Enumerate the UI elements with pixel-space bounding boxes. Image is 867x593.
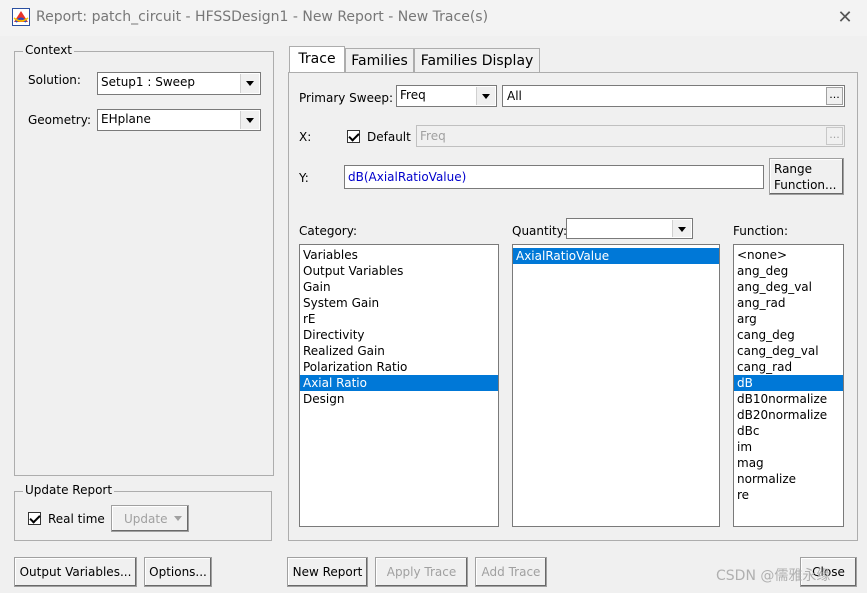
x-field[interactable]: Freq <box>416 125 845 147</box>
x-value: Freq <box>420 129 446 143</box>
primary-sweep-range-value: All <box>507 89 522 103</box>
output-variables-button[interactable]: Output Variables... <box>14 557 137 587</box>
add-trace-label: Add Trace <box>481 565 541 579</box>
category-list-item[interactable]: Polarization Ratio <box>300 359 498 375</box>
function-list-item[interactable]: arg <box>734 311 843 327</box>
tab-families-display[interactable]: Families Display <box>414 48 540 72</box>
range-function-label-line2: Function... <box>774 178 837 192</box>
quantity-label: Quantity: <box>512 224 568 238</box>
chevron-down-icon[interactable] <box>240 74 259 93</box>
function-list-item[interactable]: dB <box>734 375 843 391</box>
context-legend: Context <box>23 43 75 57</box>
primary-sweep-dropdown[interactable]: Freq <box>396 85 497 107</box>
primary-sweep-ellipsis-button[interactable]: ... <box>826 87 843 105</box>
category-list-item[interactable]: System Gain <box>300 295 498 311</box>
quantity-filter-dropdown[interactable] <box>566 218 693 239</box>
solution-dropdown[interactable]: Setup1 : Sweep <box>97 72 261 95</box>
apply-trace-button[interactable]: Apply Trace <box>375 557 468 587</box>
primary-sweep-value: Freq <box>400 88 426 102</box>
primary-sweep-label: Primary Sweep: <box>299 91 394 105</box>
primary-sweep-range-field[interactable]: All <box>502 85 845 107</box>
geometry-label: Geometry: <box>28 113 92 127</box>
category-list[interactable]: Variables Output Variables Gain System Gain… <box>299 244 499 527</box>
options-button[interactable]: Options... <box>144 557 212 587</box>
function-label: Function: <box>733 224 789 238</box>
function-list-item[interactable]: re <box>734 487 843 503</box>
function-list-item[interactable]: normalize <box>734 471 843 487</box>
tab-trace[interactable]: Trace <box>289 46 345 73</box>
close-window-icon[interactable]: ✕ <box>833 6 857 30</box>
function-list-item[interactable]: ang_deg_val <box>734 279 843 295</box>
solution-label: Solution: <box>28 73 81 87</box>
function-list[interactable]: <none> ang_deg ang_deg_val ang_rad arg cang_d… <box>733 244 844 527</box>
category-list-item[interactable]: rE <box>300 311 498 327</box>
function-list-item[interactable]: cang_deg_val <box>734 343 843 359</box>
function-list-item[interactable]: <none> <box>734 247 843 263</box>
apply-trace-label: Apply Trace <box>386 565 457 579</box>
function-list-item[interactable]: dBc <box>734 423 843 439</box>
options-label: Options... <box>149 565 207 579</box>
category-list-item[interactable]: Gain <box>300 279 498 295</box>
y-label: Y: <box>299 171 309 185</box>
realtime-label: Real time <box>48 512 105 526</box>
chevron-down-icon[interactable] <box>174 516 182 521</box>
geometry-value: EHplane <box>101 112 151 126</box>
quantity-list-item[interactable]: AxialRatioValue <box>513 248 719 264</box>
realtime-checkbox[interactable] <box>28 512 41 525</box>
category-list-item[interactable]: Variables <box>300 247 498 263</box>
category-list-item[interactable]: Directivity <box>300 327 498 343</box>
y-expression-value: dB(AxialRatioValue) <box>348 170 467 184</box>
function-list-item[interactable]: dB10normalize <box>734 391 843 407</box>
tab-families[interactable]: Families <box>345 48 414 72</box>
default-checkbox[interactable] <box>347 130 360 143</box>
update-split-button[interactable]: Update <box>111 505 189 532</box>
function-list-item[interactable]: cang_rad <box>734 359 843 375</box>
category-list-item[interactable]: Realized Gain <box>300 343 498 359</box>
geometry-dropdown[interactable]: EHplane <box>97 109 261 131</box>
csdn-watermark: CSDN @儒雅永缘 <box>716 568 831 584</box>
function-list-item[interactable]: ang_deg <box>734 263 843 279</box>
default-label: Default <box>367 130 411 144</box>
x-label: X: <box>299 130 312 144</box>
window-title: Report: patch_circuit - HFSSDesign1 - Ne… <box>36 9 489 25</box>
function-list-item[interactable]: ang_rad <box>734 295 843 311</box>
category-list-item[interactable]: Design <box>300 391 498 407</box>
hfss-app-icon <box>12 8 30 26</box>
y-expression-field[interactable]: dB(AxialRatioValue) <box>344 165 764 189</box>
chevron-down-icon[interactable] <box>240 111 259 129</box>
range-function-label-line1: Range <box>774 162 813 176</box>
x-ellipsis-button[interactable]: ... <box>826 127 843 145</box>
add-trace-button[interactable]: Add Trace <box>475 557 547 587</box>
quantity-list[interactable]: AxialRatioValue <box>512 244 720 527</box>
update-report-legend: Update Report <box>23 483 115 497</box>
function-list-item[interactable]: mag <box>734 455 843 471</box>
function-list-item[interactable]: cang_deg <box>734 327 843 343</box>
function-list-item[interactable]: im <box>734 439 843 455</box>
solution-value: Setup1 : Sweep <box>101 75 196 89</box>
chevron-down-icon[interactable] <box>476 87 495 105</box>
chevron-down-icon[interactable] <box>672 220 691 237</box>
category-list-item[interactable]: Output Variables <box>300 263 498 279</box>
category-label: Category: <box>299 224 357 238</box>
output-variables-label: Output Variables... <box>19 565 132 579</box>
new-report-button[interactable]: New Report <box>287 557 368 587</box>
category-list-item[interactable]: Axial Ratio <box>300 375 498 391</box>
new-report-label: New Report <box>292 565 363 579</box>
function-list-item[interactable]: dB20normalize <box>734 407 843 423</box>
range-function-button[interactable]: Range Function... <box>769 158 844 195</box>
update-button-label: Update <box>124 512 168 526</box>
